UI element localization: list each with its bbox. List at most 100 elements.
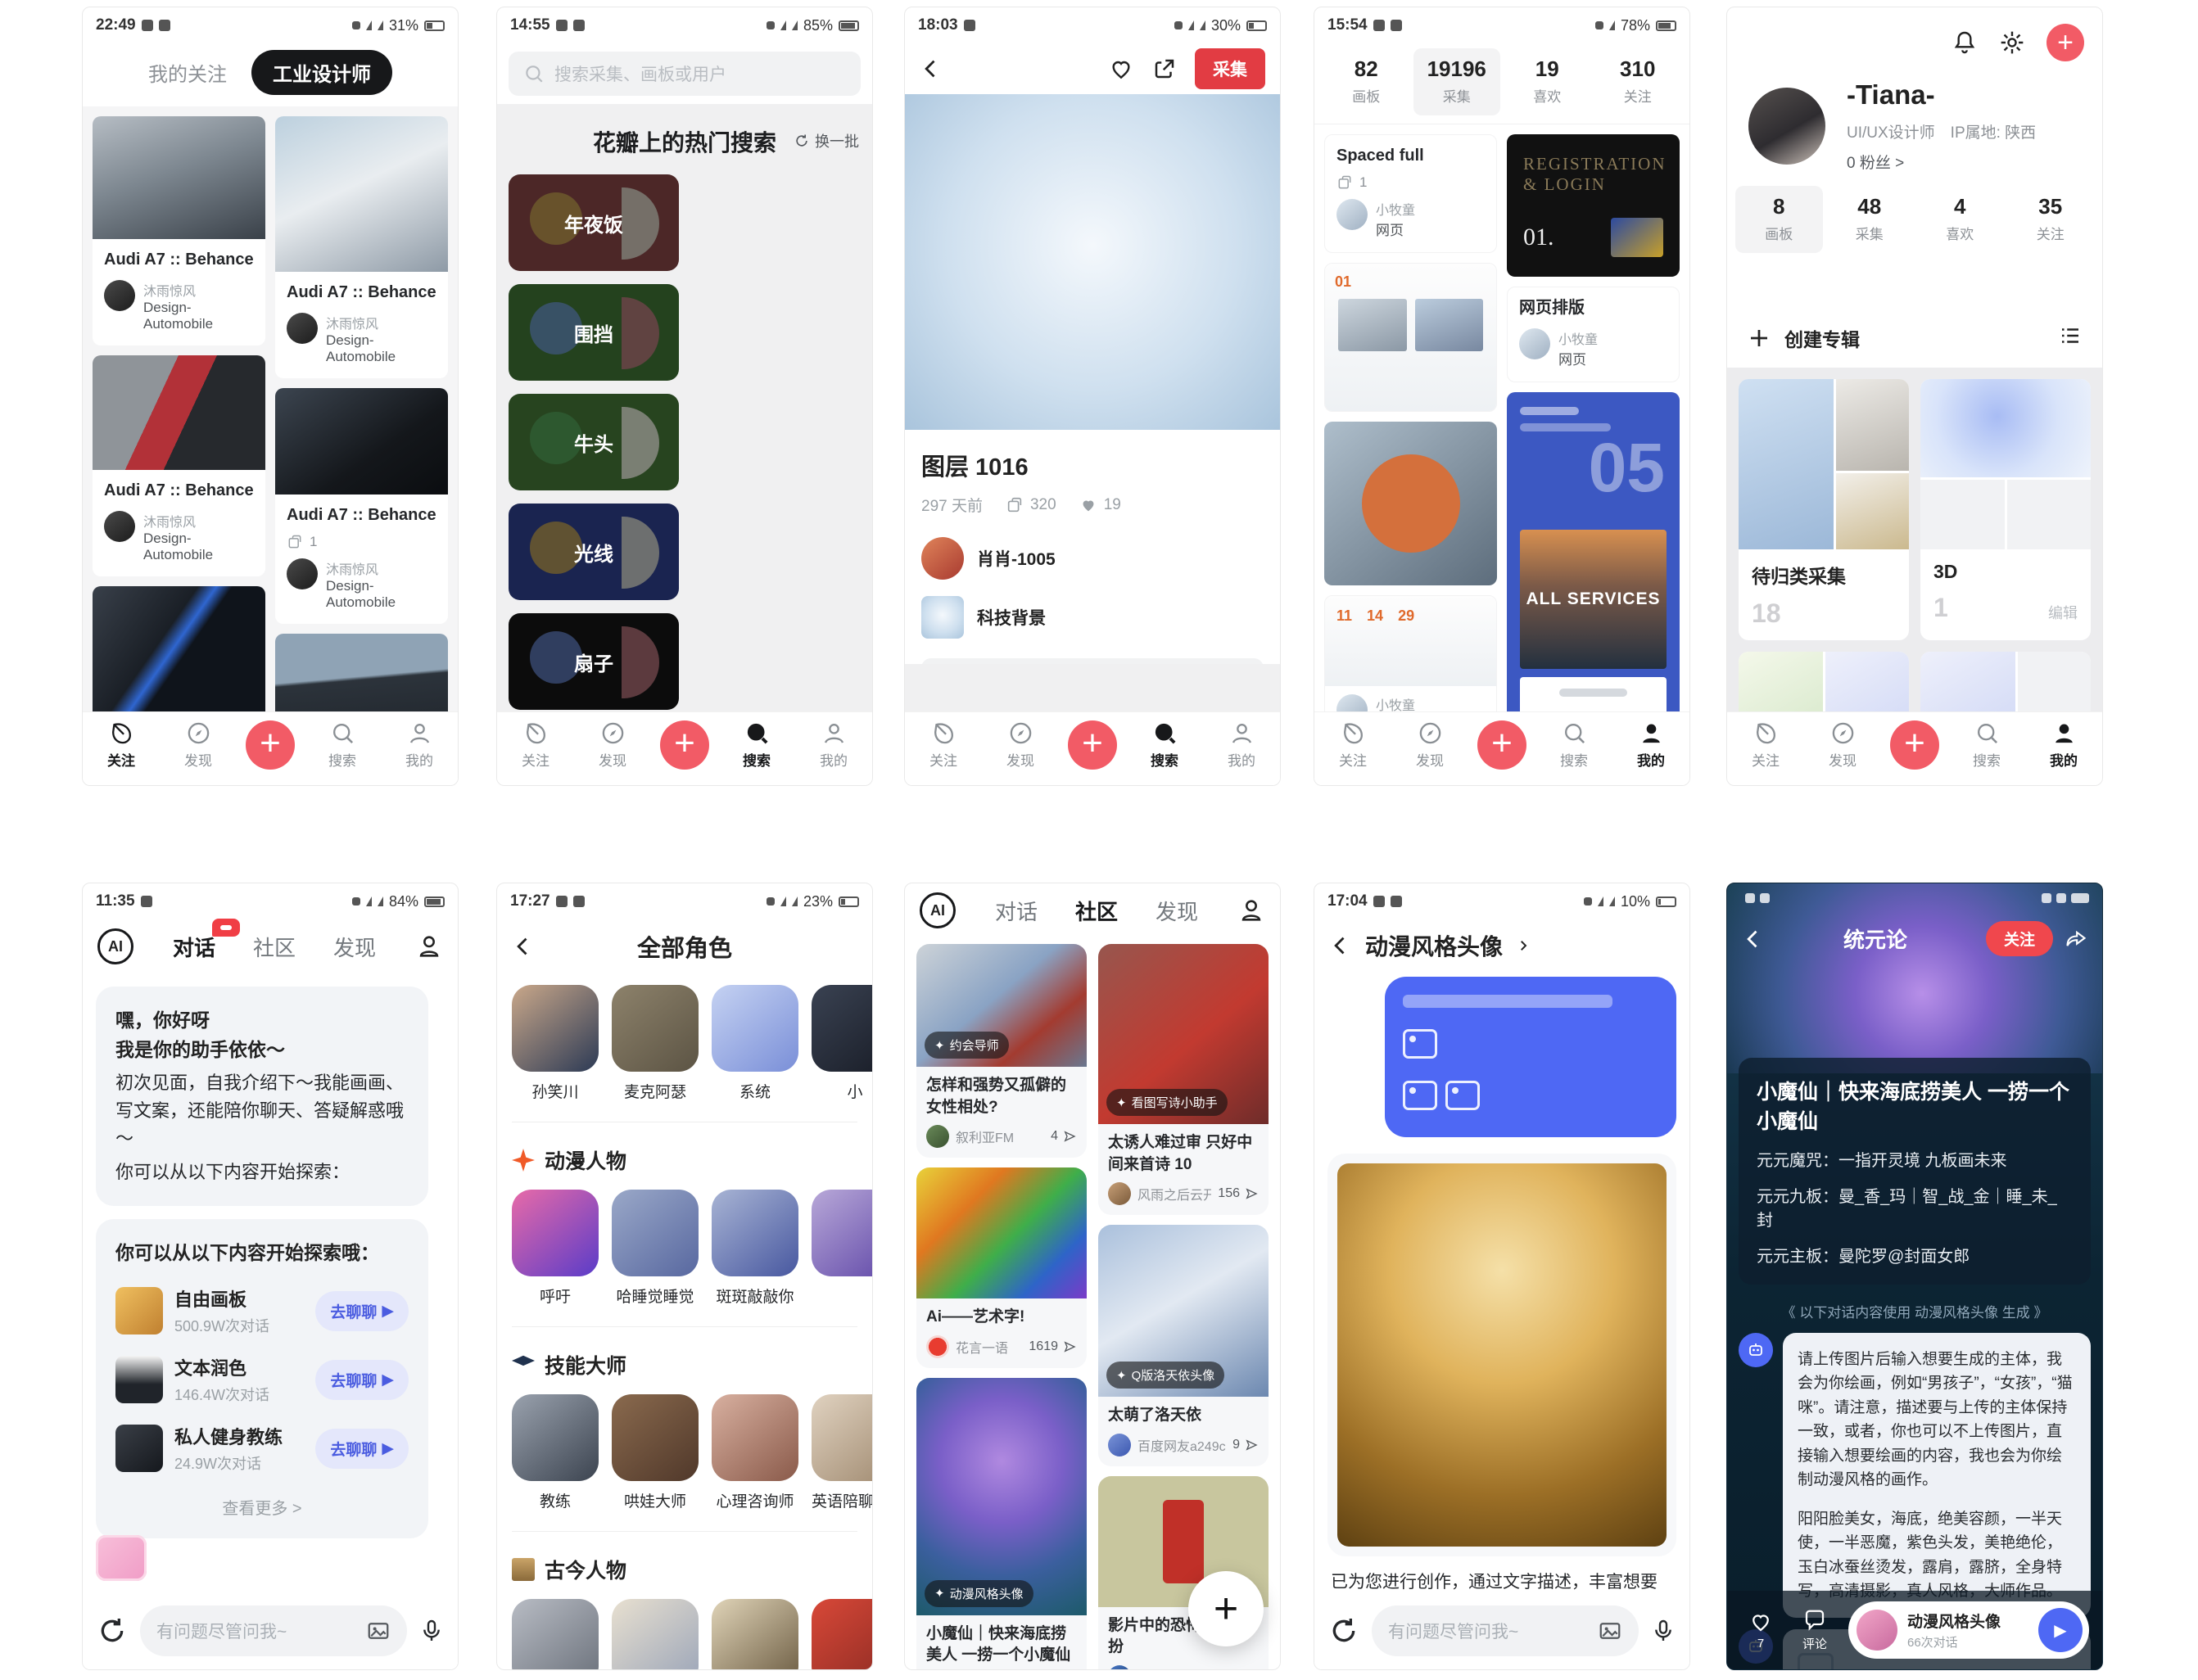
hot-tile[interactable]: 年夜饭: [509, 174, 679, 271]
tab-follow[interactable]: 关注: [1323, 720, 1382, 770]
role-item[interactable]: 斑斑敲敲你: [712, 1190, 798, 1307]
tab-follow[interactable]: 关注: [1736, 720, 1795, 770]
avatar[interactable]: [104, 280, 135, 311]
generated-image-card[interactable]: [1327, 1154, 1676, 1556]
tab-search[interactable]: 搜索: [1544, 720, 1603, 770]
tab-discover[interactable]: 发现: [333, 932, 376, 962]
pin-card[interactable]: Audi A7 :: Behance 1 沐雨惊风Design-Automobi…: [275, 388, 448, 624]
mic-icon[interactable]: [418, 1618, 445, 1644]
add-pin-button[interactable]: +: [1477, 720, 1526, 770]
tab-mine[interactable]: 我的: [804, 720, 863, 770]
like-heart-icon[interactable]: [1108, 56, 1134, 82]
avatar[interactable]: [1108, 1665, 1131, 1670]
pin-card[interactable]: 01: [1324, 263, 1497, 412]
avatar[interactable]: [1519, 328, 1550, 359]
share-icon[interactable]: [1152, 56, 1177, 81]
stat-pins[interactable]: 19196采集: [1413, 48, 1501, 115]
add-pin-button[interactable]: +: [1890, 720, 1939, 770]
collect-button[interactable]: 采集: [1195, 48, 1265, 89]
avatar[interactable]: [921, 537, 964, 580]
agent-chat-pill[interactable]: 动漫风格头像66次对话 ▶: [1848, 1601, 2089, 1659]
tab-follow[interactable]: 关注: [506, 720, 565, 770]
pin-card[interactable]: Audi A7 :: Behance 沐雨惊风Design-Automobile: [275, 116, 448, 378]
pin-author[interactable]: 沐雨惊风: [143, 516, 196, 530]
tab-chat[interactable]: 对话: [173, 932, 215, 962]
tab-community[interactable]: 社区: [1075, 896, 1118, 926]
tab-discover[interactable]: 发现: [1400, 720, 1459, 770]
stat-likes[interactable]: 4喜欢: [1916, 186, 2004, 253]
tab-chat[interactable]: 对话: [995, 896, 1038, 926]
tab-search[interactable]: 搜索: [1135, 720, 1194, 770]
pin-author[interactable]: 沐雨惊风: [326, 318, 378, 332]
follow-button[interactable]: 关注: [1986, 921, 2053, 956]
pin-author[interactable]: 沐雨惊风: [326, 563, 378, 577]
role-item[interactable]: 孙笑川: [512, 985, 599, 1102]
post-author[interactable]: 叙利亚FM: [956, 1127, 1044, 1146]
stat-boards[interactable]: 8画板: [1735, 186, 1823, 253]
tab-follow[interactable]: 关注: [914, 720, 973, 770]
tab-search[interactable]: 搜索: [727, 720, 786, 770]
ai-logo[interactable]: AI: [97, 928, 133, 964]
tab-mine[interactable]: 我的: [390, 720, 449, 770]
pin-card[interactable]: REGISTRATION& LOGIN 01.: [1507, 134, 1680, 277]
bell-icon[interactable]: [1952, 29, 1978, 56]
back-icon[interactable]: [1329, 934, 1352, 957]
role-item[interactable]: 英语陪聊Hanna: [812, 1394, 872, 1511]
post-author[interactable]: 花言一语: [956, 1337, 1022, 1357]
role-item[interactable]: 圣: [812, 1599, 872, 1670]
suggestion-item[interactable]: 文本润色146.4W次对话 去聊聊▶: [115, 1354, 409, 1405]
like-button[interactable]: 7: [1740, 1610, 1781, 1651]
ai-logo[interactable]: AI: [920, 892, 956, 928]
role-item[interactable]: 麦克阿瑟: [612, 985, 699, 1102]
message-input[interactable]: 有问题尽管问我~: [1372, 1605, 1639, 1656]
pin-card[interactable]: Spaced full 1 小牧童网页: [1324, 134, 1497, 253]
role-item[interactable]: 哈睡觉睡觉: [612, 1190, 699, 1307]
hot-tile[interactable]: 扇子: [509, 613, 679, 710]
pin-card[interactable]: [1324, 422, 1497, 585]
role-item[interactable]: 心理咨询师: [712, 1394, 798, 1511]
comment-button[interactable]: 评论: [1794, 1608, 1835, 1652]
forward-share-icon[interactable]: [2065, 928, 2087, 951]
tab-discover[interactable]: 发现: [991, 720, 1050, 770]
go-chat-button[interactable]: 去聊聊▶: [315, 1291, 409, 1331]
pin-board[interactable]: Design-Automobile: [143, 531, 213, 562]
add-pin-button[interactable]: +: [246, 720, 295, 770]
image-icon[interactable]: [366, 1619, 391, 1643]
tab-discover[interactable]: 发现: [583, 720, 642, 770]
pin-card[interactable]: 网页排版 小牧童网页: [1507, 287, 1680, 382]
tab-discover[interactable]: 发现: [1156, 896, 1198, 926]
profile-avatar[interactable]: [1748, 88, 1825, 165]
person-icon[interactable]: [415, 933, 443, 960]
board-card[interactable]: 待归类采集 18: [1739, 379, 1909, 640]
board-row[interactable]: 科技背景: [905, 585, 1280, 650]
tab-follow[interactable]: 关注: [92, 720, 151, 770]
tab-mine[interactable]: 我的: [1212, 720, 1271, 770]
go-chat-button[interactable]: 去聊聊▶: [315, 1429, 409, 1469]
pin-card[interactable]: Audi A7 :: Behance 沐雨惊风Design-Automobile: [93, 116, 265, 345]
search-input[interactable]: 搜索采集、画板或用户: [509, 52, 861, 96]
post-card[interactable]: Ai——艺术字! 花言一语1619: [916, 1167, 1087, 1368]
role-item[interactable]: 百科苏轼: [712, 1599, 798, 1670]
regenerate-icon[interactable]: [96, 1615, 129, 1647]
role-item[interactable]: 百科鲁迅: [612, 1599, 699, 1670]
stat-pins[interactable]: 48采集: [1826, 186, 1914, 253]
pin-large-image[interactable]: [905, 94, 1280, 430]
add-pin-button[interactable]: +: [660, 720, 709, 770]
pin-board[interactable]: 网页: [1376, 223, 1404, 238]
tab-search[interactable]: 搜索: [1957, 720, 2016, 770]
post-author[interactable]: 百度网友a249c68: [1137, 1435, 1226, 1455]
post-card[interactable]: ✦看图写诗小助手 太诱人难过审 只好中间来首诗 10 风雨之后云开时156: [1098, 944, 1269, 1215]
see-more-link[interactable]: 查看更多 >: [115, 1495, 409, 1519]
message-input[interactable]: 有问题尽管问我~: [140, 1605, 407, 1656]
refresh-button[interactable]: 换一批: [794, 130, 859, 151]
tab-discover[interactable]: 发现: [1813, 720, 1872, 770]
tab-my-follow[interactable]: 我的关注: [148, 58, 227, 87]
sticker-image[interactable]: [96, 1535, 147, 1581]
post-card[interactable]: ✦动漫风格头像 小魔仙｜快来海底捞美人 一捞一个小魔仙 统元论66: [916, 1378, 1087, 1670]
generated-image[interactable]: [1337, 1163, 1667, 1547]
regenerate-icon[interactable]: [1327, 1615, 1360, 1647]
avatar[interactable]: [1336, 199, 1368, 230]
avatar[interactable]: [287, 558, 318, 589]
tab-search[interactable]: 搜索: [313, 720, 372, 770]
avatar[interactable]: [1108, 1434, 1131, 1456]
